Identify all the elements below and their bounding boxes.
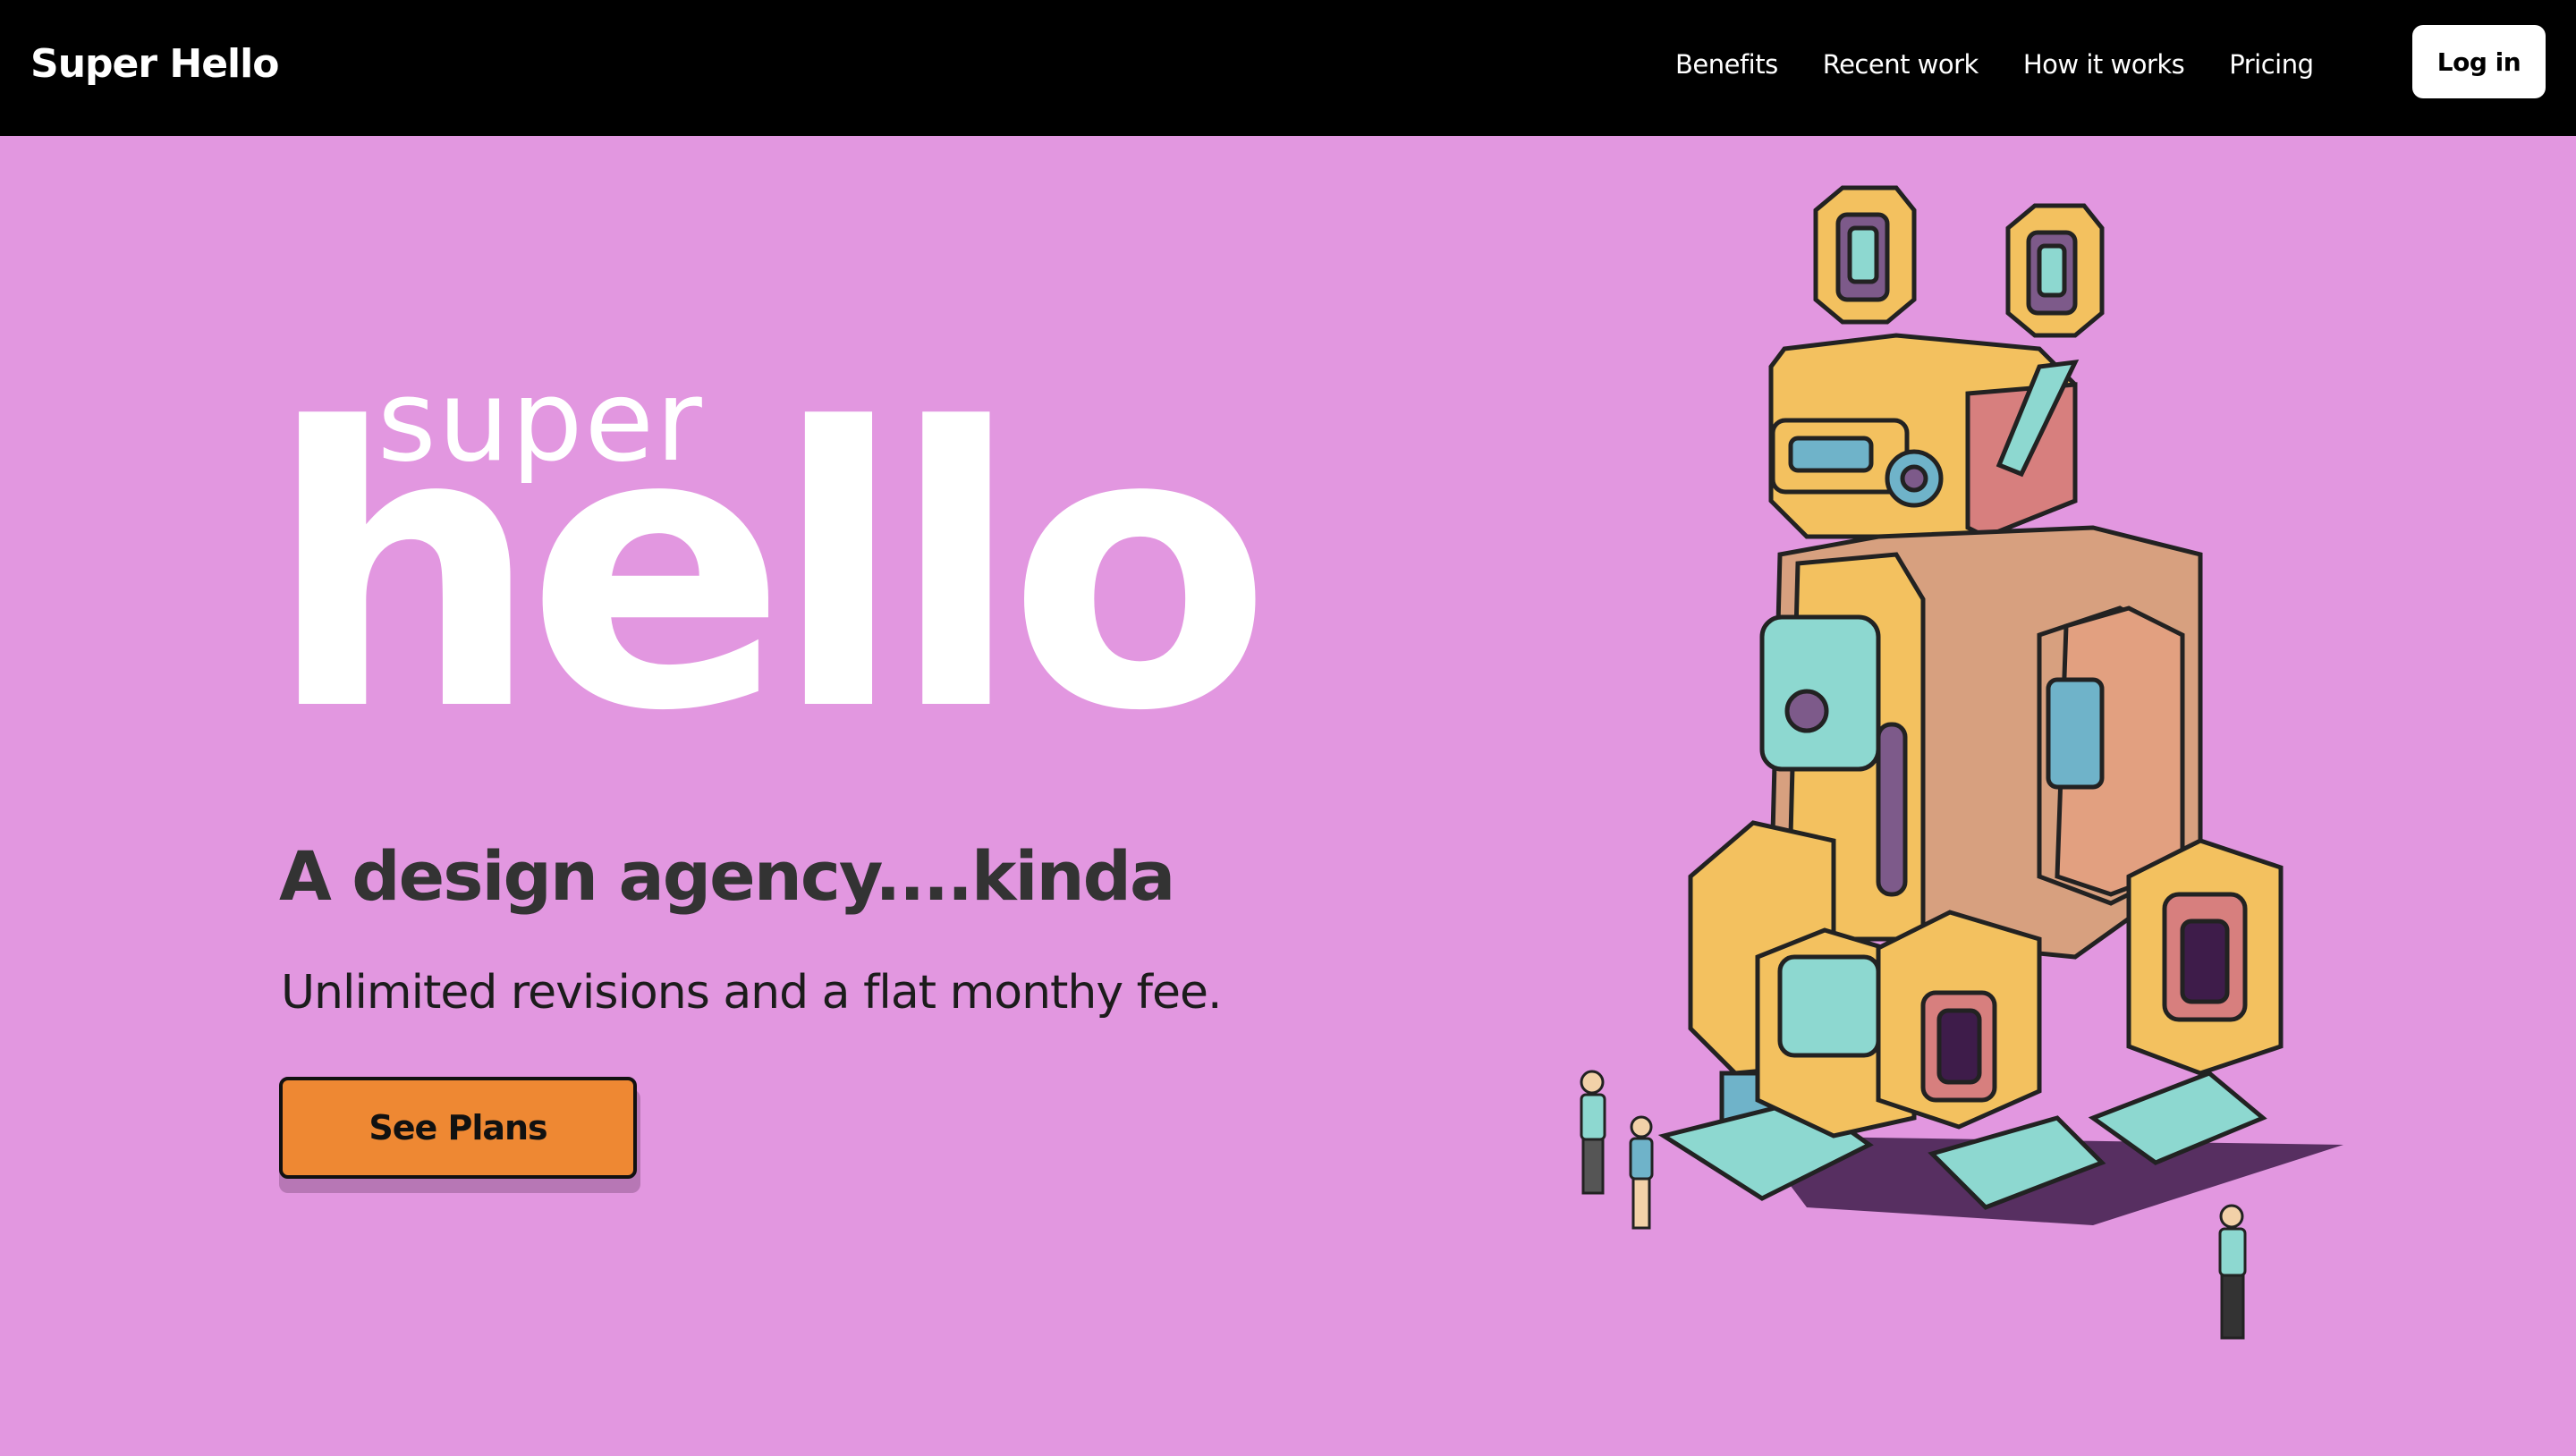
robot-mech-icon — [1580, 185, 2343, 1340]
hero-subtitle: Unlimited revisions and a flat monthy fe… — [281, 966, 1222, 1020]
nav-link-recent-work[interactable]: Recent work — [1823, 49, 1979, 80]
hero-tagline: A design agency....kinda — [279, 836, 1175, 916]
hero-word-hello: hello — [267, 348, 1272, 795]
nav-links: Benefits Recent work How it works Pricin… — [1675, 38, 2314, 91]
nav-link-how-it-works[interactable]: How it works — [2023, 49, 2185, 80]
top-nav: Super Hello Benefits Recent work How it … — [0, 0, 2576, 136]
nav-link-pricing[interactable]: Pricing — [2229, 49, 2314, 80]
ghost-strip — [80, 1342, 2496, 1456]
brand-logo[interactable]: Super Hello — [30, 34, 279, 95]
login-button[interactable]: Log in — [2412, 25, 2546, 98]
nav-link-benefits[interactable]: Benefits — [1675, 49, 1778, 80]
see-plans-button[interactable]: See Plans — [279, 1077, 637, 1179]
